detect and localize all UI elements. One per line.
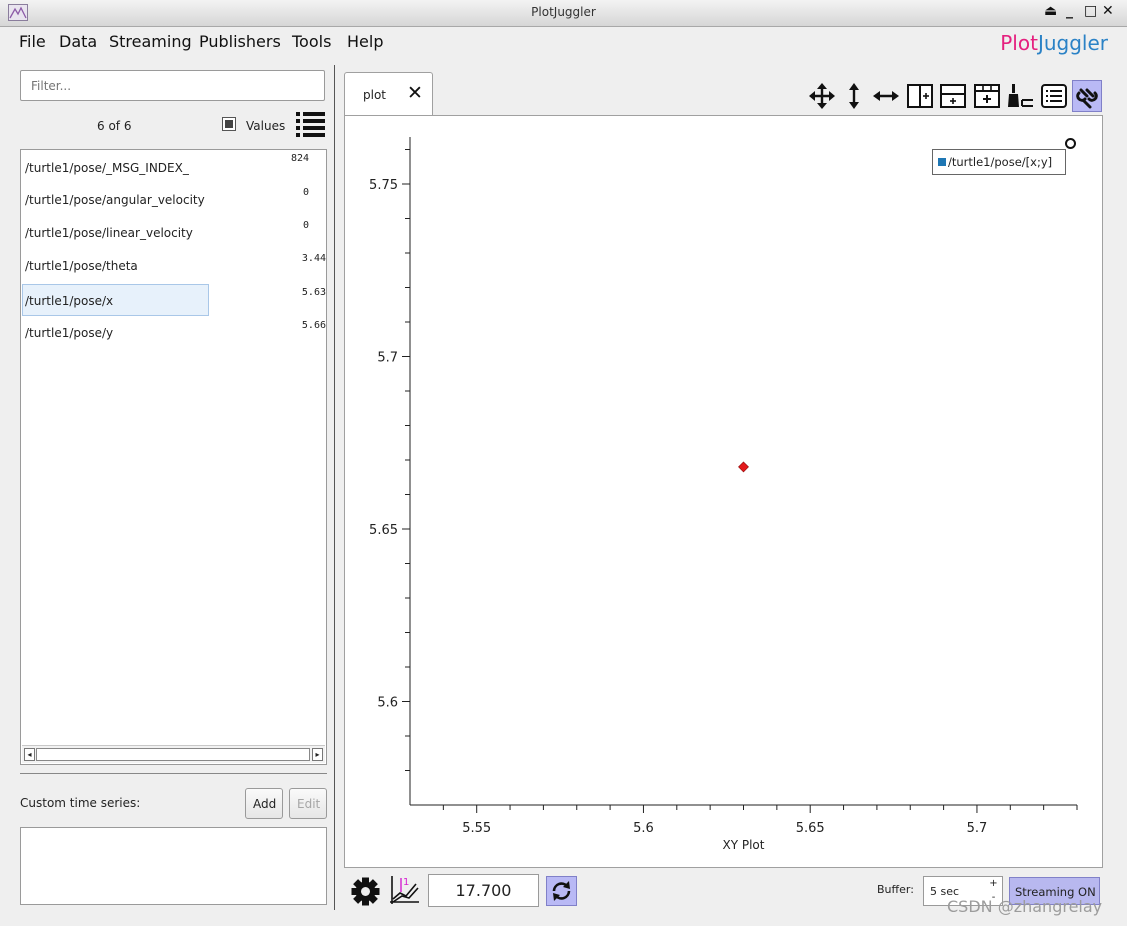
- series-row[interactable]: /turtle1/pose/y 5.66: [21, 317, 326, 347]
- legend-label: /turtle1/pose/[x;y]: [948, 155, 1053, 169]
- menu-file[interactable]: File: [19, 32, 46, 51]
- series-value: 0: [302, 187, 309, 198]
- x-tick-label: 5.55: [462, 821, 491, 836]
- move-icon[interactable]: [808, 80, 836, 112]
- series-row[interactable]: /turtle1/pose/angular_velocity 0: [21, 184, 326, 214]
- logo-text-plot: Plot: [1000, 31, 1038, 55]
- clear-icon[interactable]: [1007, 80, 1035, 112]
- values-checkbox[interactable]: [222, 117, 236, 131]
- custom-series-list[interactable]: [20, 827, 327, 905]
- time-input[interactable]: 17.700: [428, 874, 539, 907]
- window-title: PlotJuggler: [531, 5, 596, 19]
- plot-legend[interactable]: /turtle1/pose/[x;y]: [932, 149, 1066, 175]
- x-tick-label: 5.7: [967, 821, 988, 836]
- series-list[interactable]: /turtle1/pose/_MSG_INDEX_ 824 /turtle1/p…: [20, 149, 327, 765]
- minimize-window-icon[interactable]: _: [1066, 3, 1073, 19]
- buffer-label: Buffer:: [877, 883, 914, 896]
- series-value: 0: [302, 220, 309, 231]
- zoom-vertical-icon[interactable]: [840, 80, 868, 112]
- splitter-handle[interactable]: [334, 65, 335, 910]
- series-name: /turtle1/pose/x: [25, 294, 114, 308]
- legend-swatch: [938, 158, 946, 166]
- series-value: 5.63: [301, 287, 326, 298]
- series-row[interactable]: /turtle1/pose/_MSG_INDEX_ 824: [21, 150, 326, 180]
- close-window-icon[interactable]: ✕: [1102, 3, 1114, 19]
- tab-label: plot: [363, 88, 386, 102]
- gear-icon[interactable]: [350, 876, 381, 907]
- watermark: CSDN @zhangrelay: [947, 897, 1103, 916]
- y-tick-label: 5.75: [369, 178, 398, 193]
- x-axis-label: XY Plot: [723, 838, 765, 852]
- series-value: 5.66: [301, 320, 326, 331]
- series-name: /turtle1/pose/y: [25, 326, 114, 340]
- series-row-selected[interactable]: /turtle1/pose/x 5.63: [21, 284, 326, 316]
- split-vertical-icon[interactable]: [939, 80, 967, 112]
- menu-help[interactable]: Help: [347, 32, 383, 51]
- series-value: 3.44: [301, 253, 326, 264]
- menu-streaming[interactable]: Streaming: [109, 32, 192, 51]
- legend-drag-handle[interactable]: [1065, 138, 1076, 149]
- series-count-label: 6 of 6: [97, 119, 132, 133]
- scrollbar-thumb[interactable]: [36, 748, 310, 761]
- data-point: [738, 461, 749, 473]
- series-row[interactable]: /turtle1/pose/theta 3.44: [21, 250, 326, 280]
- y-tick-label: 5.7: [377, 351, 398, 366]
- custom-series-label: Custom time series:: [20, 796, 141, 810]
- tab-close-icon[interactable]: ✕: [407, 82, 423, 104]
- menu-tools[interactable]: Tools: [292, 32, 331, 51]
- legend-icon[interactable]: [1040, 80, 1068, 112]
- panel-divider: [20, 773, 327, 774]
- svg-text:1: 1: [403, 877, 409, 888]
- x-tick-label: 5.6: [633, 821, 654, 836]
- values-label: Values: [246, 119, 286, 133]
- app-logo: PlotJuggler: [1000, 31, 1108, 55]
- list-view-icon[interactable]: [295, 110, 326, 140]
- series-name: /turtle1/pose/linear_velocity: [25, 226, 193, 240]
- menu-data[interactable]: Data: [59, 32, 97, 51]
- split-horizontal-icon[interactable]: [906, 80, 934, 112]
- x-tick-label: 5.65: [796, 821, 825, 836]
- link-icon[interactable]: [1072, 80, 1102, 112]
- time-ratio-icon[interactable]: 1: [388, 874, 421, 907]
- series-name: /turtle1/pose/angular_velocity: [25, 193, 205, 207]
- maximize-window-icon[interactable]: □: [1084, 3, 1097, 19]
- logo-text-juggler: Juggler: [1037, 31, 1108, 55]
- buffer-increment-icon[interactable]: +: [986, 877, 1001, 891]
- series-name: /turtle1/pose/theta: [25, 259, 138, 273]
- add-plot-icon[interactable]: [973, 80, 1001, 112]
- y-tick-label: 5.65: [369, 523, 398, 538]
- series-name: /turtle1/pose/_MSG_INDEX_: [25, 161, 189, 175]
- shade-window-icon[interactable]: ⏏: [1044, 3, 1057, 19]
- xy-plot-svg[interactable]: 5.55 5.6 5.65 5.7 5.6 5.65 5.7 5.75 XY Plot: [344, 115, 1103, 868]
- add-button[interactable]: Add: [245, 788, 283, 819]
- scroll-left-icon[interactable]: ◂: [24, 748, 35, 761]
- filter-input[interactable]: [20, 70, 325, 101]
- menu-publishers[interactable]: Publishers: [199, 32, 281, 51]
- scroll-right-icon[interactable]: ▸: [312, 748, 323, 761]
- edit-button[interactable]: Edit: [289, 788, 327, 819]
- sync-icon[interactable]: [546, 876, 577, 906]
- series-value: 824: [290, 153, 309, 164]
- horizontal-scrollbar[interactable]: ◂ ▸: [22, 745, 325, 763]
- zoom-horizontal-icon[interactable]: [872, 80, 900, 112]
- series-row[interactable]: /turtle1/pose/linear_velocity 0: [21, 217, 326, 247]
- y-tick-label: 5.6: [377, 696, 398, 711]
